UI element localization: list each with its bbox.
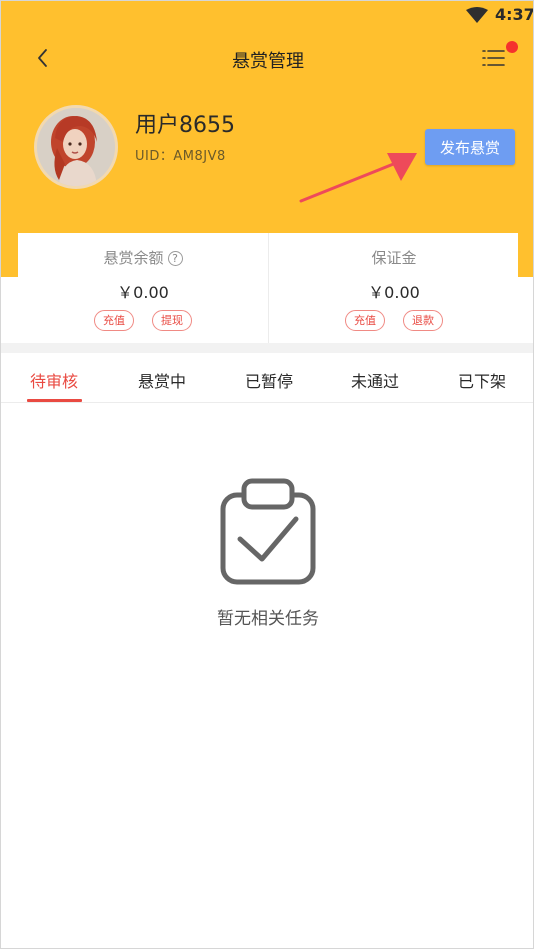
tab-pending-review[interactable]: 待审核 <box>30 368 78 392</box>
deposit-amount: ￥0.00 <box>368 283 420 302</box>
tab-active-rewards[interactable]: 悬赏中 <box>138 368 186 392</box>
tab-delisted[interactable]: 已下架 <box>458 368 506 392</box>
avatar-image <box>37 108 115 186</box>
wifi-icon <box>466 7 488 23</box>
status-tab-bar: 待审核 悬赏中 已暂停 未通过 已下架 <box>1 353 533 403</box>
help-icon[interactable]: ? <box>167 251 183 266</box>
status-time: 4:37 <box>495 5 534 24</box>
publish-reward-button[interactable]: 发布悬赏 <box>425 129 515 165</box>
reward-balance-section: 悬赏余额? ￥0.00 充值 提现 <box>18 233 268 343</box>
status-bar: 4:37 <box>1 1 534 29</box>
reward-balance-label-row: 悬赏余额? <box>18 247 268 268</box>
tab-paused[interactable]: 已暂停 <box>245 368 293 392</box>
pointer-arrow-icon <box>299 153 417 203</box>
username: 用户8655 <box>135 113 235 138</box>
deposit-label: 保证金 <box>371 249 417 267</box>
empty-state-text: 暂无相关任务 <box>217 609 319 629</box>
refund-button[interactable]: 退款 <box>403 310 443 331</box>
app-screen: 4:37 悬赏管理 用户8655 UID：AM8JV8 发布悬赏 悬赏余额 ? … <box>0 0 534 949</box>
tab-rejected[interactable]: 未通过 <box>351 368 399 392</box>
reward-balance-label: 悬赏余额 <box>103 249 164 267</box>
avatar[interactable] <box>34 105 118 189</box>
withdraw-button[interactable]: 提现 <box>152 310 192 331</box>
recharge-button[interactable]: 充值 <box>94 310 134 331</box>
clipboard-check-icon <box>220 478 316 585</box>
page-title: 悬赏管理 <box>232 51 304 72</box>
balance-card: 悬赏余额? ￥0.00 充值 提现 保证金 ￥0.00 充值 退款 <box>18 233 518 343</box>
deposit-actions: 充值 退款 <box>269 310 519 331</box>
reward-balance-amount: ￥0.00 <box>117 283 169 302</box>
deposit-recharge-button[interactable]: 充值 <box>345 310 385 331</box>
notification-dot <box>506 41 518 53</box>
active-tab-indicator <box>27 399 82 402</box>
section-divider <box>1 343 533 353</box>
reward-actions: 充值 提现 <box>18 310 268 331</box>
deposit-section: 保证金 ￥0.00 充值 退款 <box>268 233 518 343</box>
user-uid: UID：AM8JV8 <box>135 149 226 164</box>
